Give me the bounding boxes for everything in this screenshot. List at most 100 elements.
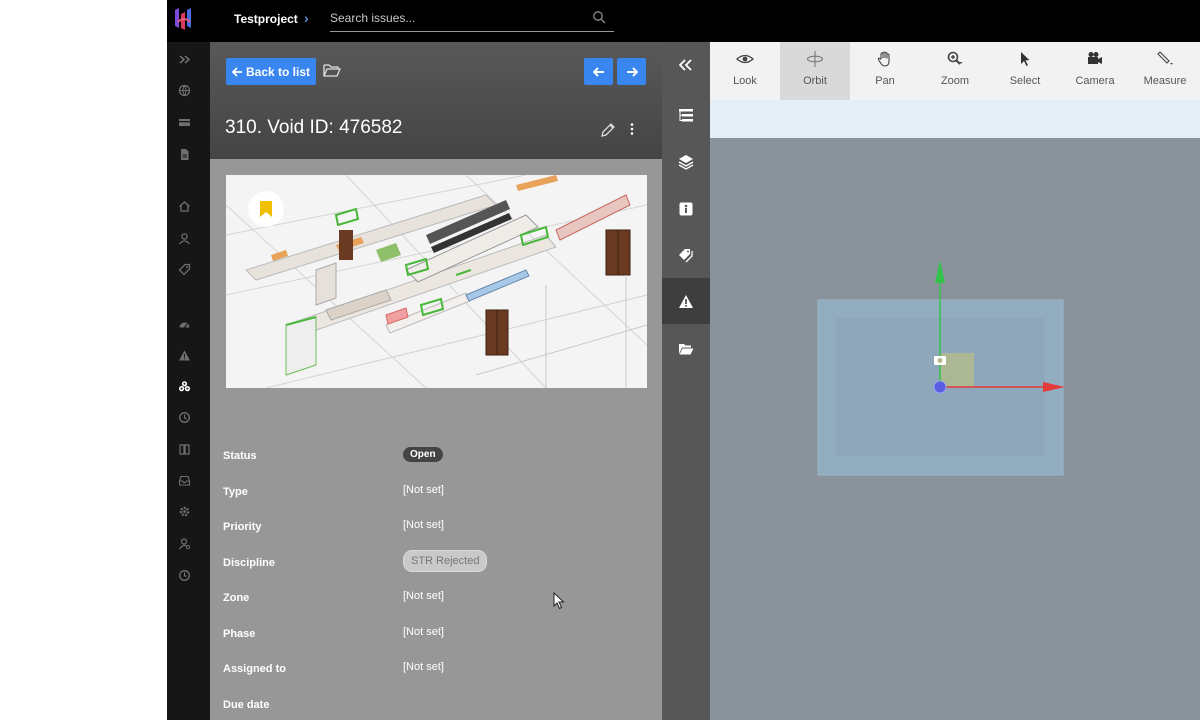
issues-button[interactable] — [662, 278, 710, 324]
mouse-cursor-icon — [553, 592, 565, 610]
user-settings-icon[interactable] — [177, 536, 191, 550]
next-issue-button[interactable] — [617, 58, 646, 85]
chevron-right-icon: › — [304, 10, 309, 26]
tree-button[interactable] — [662, 92, 710, 138]
tags-icon — [679, 249, 693, 263]
expand-icon[interactable] — [177, 52, 191, 66]
assigned-to-value[interactable]: [Not set] — [403, 661, 444, 673]
properties-button[interactable] — [662, 186, 710, 232]
tool-label: Look — [733, 75, 757, 87]
field-label: Phase — [223, 627, 256, 640]
previous-issue-button[interactable] — [584, 58, 613, 85]
field-phase: Phase [Not set] — [223, 618, 653, 654]
tool-select[interactable]: Select — [990, 42, 1060, 100]
zoom-icon — [947, 51, 963, 65]
arrow-left-icon — [231, 66, 242, 77]
issue-header: Back to list 310. Void ID: 476582 — [210, 42, 662, 159]
viewer-toolbar: Look Orbit Pan Zoom Select Camera Measur… — [710, 42, 1200, 100]
field-type: Type [Not set] — [223, 476, 653, 512]
hand-icon — [877, 51, 890, 67]
tool-pan[interactable]: Pan — [850, 42, 920, 100]
app-window: Testproject › Back — [167, 0, 1200, 720]
field-label: Zone — [223, 592, 250, 604]
clock-icon[interactable] — [177, 568, 191, 582]
top-bar: Testproject › — [167, 0, 1200, 42]
field-zone: Zone [Not set] — [223, 582, 653, 618]
bookmark-icon[interactable] — [248, 191, 284, 227]
search-box — [330, 5, 614, 32]
bim-snapshot-drawing — [226, 175, 647, 388]
ruler-icon — [1157, 51, 1173, 65]
viewer-side-toolbar — [662, 42, 710, 720]
zone-value[interactable]: [Not set] — [403, 590, 444, 602]
status-badge[interactable]: Open — [403, 447, 443, 462]
issue-title: 310. Void ID: 476582 — [225, 117, 403, 138]
home-icon[interactable] — [177, 199, 191, 213]
tool-label: Camera — [1075, 75, 1115, 87]
tag-icon[interactable] — [177, 262, 191, 276]
viewer-info-strip — [710, 100, 1200, 138]
collapse-panel-button[interactable] — [662, 42, 710, 88]
tool-camera[interactable]: Camera — [1060, 42, 1130, 100]
camera-icon — [1088, 52, 1102, 64]
globe-icon[interactable] — [177, 83, 191, 97]
tool-label: Orbit — [803, 75, 827, 87]
tool-measure[interactable]: Measure — [1130, 42, 1200, 100]
field-due-date: Due date — [223, 689, 653, 720]
search-input[interactable] — [330, 5, 580, 31]
field-label: Status — [223, 450, 257, 462]
field-label: Discipline — [223, 556, 275, 569]
card-icon[interactable] — [177, 115, 191, 129]
field-assigned-to: Assigned to [Not set] — [223, 653, 653, 689]
issue-snapshot-image[interactable] — [226, 175, 647, 388]
phase-value[interactable]: [Not set] — [403, 626, 444, 638]
discipline-tag[interactable]: STR Rejected — [403, 549, 488, 572]
eye-icon — [736, 54, 754, 64]
back-to-list-label: Back to list — [245, 64, 311, 79]
folder-icon[interactable] — [323, 62, 341, 78]
arrow-right-icon — [626, 66, 638, 77]
cursor-icon — [1021, 52, 1030, 66]
settings-icon[interactable] — [177, 504, 191, 518]
tool-label: Measure — [1143, 75, 1187, 87]
back-to-list-button[interactable]: Back to list — [226, 58, 316, 85]
inbox-icon[interactable] — [177, 473, 191, 487]
arrow-left-icon — [592, 66, 604, 77]
history-icon[interactable] — [177, 410, 191, 424]
layers-icon — [678, 155, 694, 170]
project-name[interactable]: Testproject — [234, 12, 298, 26]
dashboard-icon[interactable] — [177, 317, 191, 331]
issue-fields: Status Open Type [Not set] Priority [Not… — [223, 440, 653, 720]
priority-value[interactable]: [Not set] — [403, 519, 444, 531]
tree-icon — [679, 109, 693, 122]
field-label: Assigned to — [223, 663, 286, 675]
info-box-icon — [679, 202, 693, 216]
issue-panel: Back to list 310. Void ID: 476582 Status… — [210, 42, 662, 720]
3d-viewer[interactable]: Look Orbit Pan Zoom Select Camera Measur… — [710, 42, 1200, 720]
folders-button[interactable] — [662, 326, 710, 372]
tool-look[interactable]: Look — [710, 42, 780, 100]
tool-label: Pan — [875, 75, 895, 87]
models-icon[interactable] — [177, 379, 191, 393]
user-icon[interactable] — [177, 231, 191, 245]
left-nav — [167, 42, 210, 720]
field-discipline: Discipline STR Rejected — [223, 547, 653, 583]
type-value[interactable]: [Not set] — [403, 484, 444, 496]
warning-icon[interactable] — [177, 348, 191, 362]
document-icon[interactable] — [177, 147, 191, 161]
layers-button[interactable] — [662, 139, 710, 185]
scene-canvas — [817, 260, 1065, 476]
search-icon[interactable] — [592, 10, 606, 24]
tool-label: Select — [1009, 75, 1041, 87]
field-priority: Priority [Not set] — [223, 511, 653, 547]
tool-orbit[interactable]: Orbit — [780, 42, 850, 100]
app-logo[interactable] — [173, 6, 195, 32]
tool-label: Zoom — [940, 75, 970, 87]
warning-icon — [679, 294, 693, 308]
tags-button[interactable] — [662, 232, 710, 278]
tool-zoom[interactable]: Zoom — [920, 42, 990, 100]
pencil-icon[interactable] — [600, 122, 616, 138]
more-vertical-icon[interactable] — [628, 122, 636, 136]
3d-scene[interactable] — [710, 138, 1200, 720]
book-icon[interactable] — [177, 442, 191, 456]
